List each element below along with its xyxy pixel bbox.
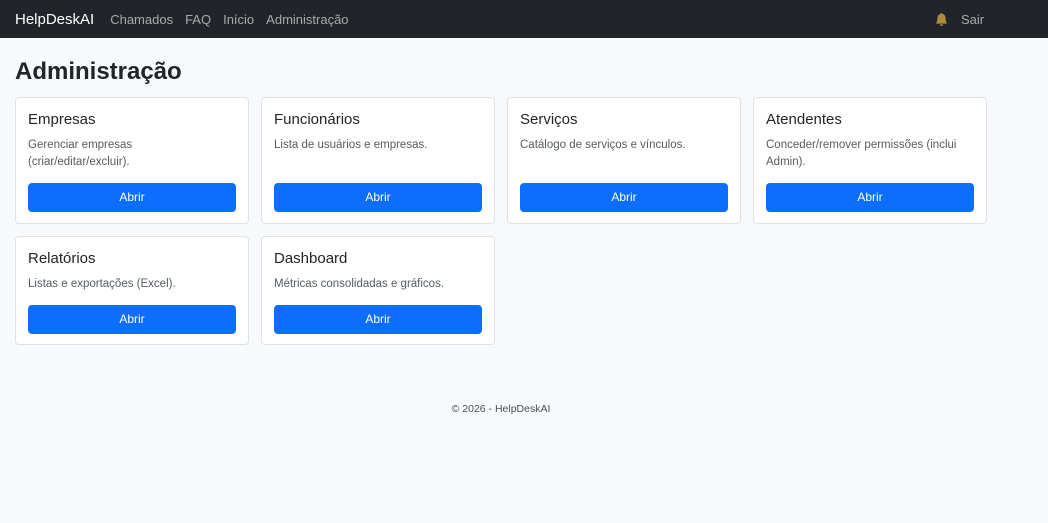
top-navbar: HelpDeskAI Chamados FAQ Início Administr… xyxy=(0,0,1048,38)
bell-icon[interactable] xyxy=(935,12,948,26)
card-description: Catálogo de serviços e vínculos. xyxy=(520,139,686,151)
open-servicos-button[interactable]: Abrir xyxy=(520,183,728,212)
open-funcionarios-button[interactable]: Abrir xyxy=(274,183,482,212)
nav-link-faq[interactable]: FAQ xyxy=(185,12,211,27)
nav-link-administracao[interactable]: Administração xyxy=(266,12,348,27)
card-servicos: Serviços Catálogo de serviços e vínculos… xyxy=(507,97,741,224)
card-description: Métricas consolidadas e gráficos. xyxy=(274,278,445,290)
open-atendentes-button[interactable]: Abrir xyxy=(766,183,974,212)
card-description: Gerenciar empresas (criar/editar/excluir… xyxy=(28,139,133,168)
brand-link[interactable]: HelpDeskAI xyxy=(15,11,94,28)
navbar-right-group: Sair xyxy=(935,0,984,38)
card-description: Listas e exportações (Excel). xyxy=(28,278,176,290)
card-title: Serviços xyxy=(520,111,578,128)
card-title: Funcionários xyxy=(274,111,360,128)
footer-copyright: © 2026 - HelpDeskAI xyxy=(451,403,551,415)
open-dashboard-button[interactable]: Abrir xyxy=(274,305,482,334)
card-atendentes: Atendentes Conceder/remover permissões (… xyxy=(753,97,987,224)
card-funcionarios: Funcionários Lista de usuários e empresa… xyxy=(261,97,495,224)
open-empresas-button[interactable]: Abrir xyxy=(28,183,236,212)
open-relatorios-button[interactable]: Abrir xyxy=(28,305,236,334)
card-relatorios: Relatórios Listas e exportações (Excel).… xyxy=(15,236,249,345)
card-title: Empresas xyxy=(28,111,96,128)
logout-link[interactable]: Sair xyxy=(961,12,984,27)
nav-link-chamados[interactable]: Chamados xyxy=(110,12,173,27)
card-description: Lista de usuários e empresas. xyxy=(274,139,428,151)
card-title: Relatórios xyxy=(28,250,96,267)
card-title: Atendentes xyxy=(766,111,842,128)
card-description: Conceder/remover permissões (inclui Admi… xyxy=(766,139,957,168)
card-dashboard: Dashboard Métricas consolidadas e gráfic… xyxy=(261,236,495,345)
nav-link-inicio[interactable]: Início xyxy=(223,12,254,27)
card-title: Dashboard xyxy=(274,250,348,267)
card-empresas: Empresas Gerenciar empresas (criar/edita… xyxy=(15,97,249,224)
page-title: Administração xyxy=(15,58,182,85)
